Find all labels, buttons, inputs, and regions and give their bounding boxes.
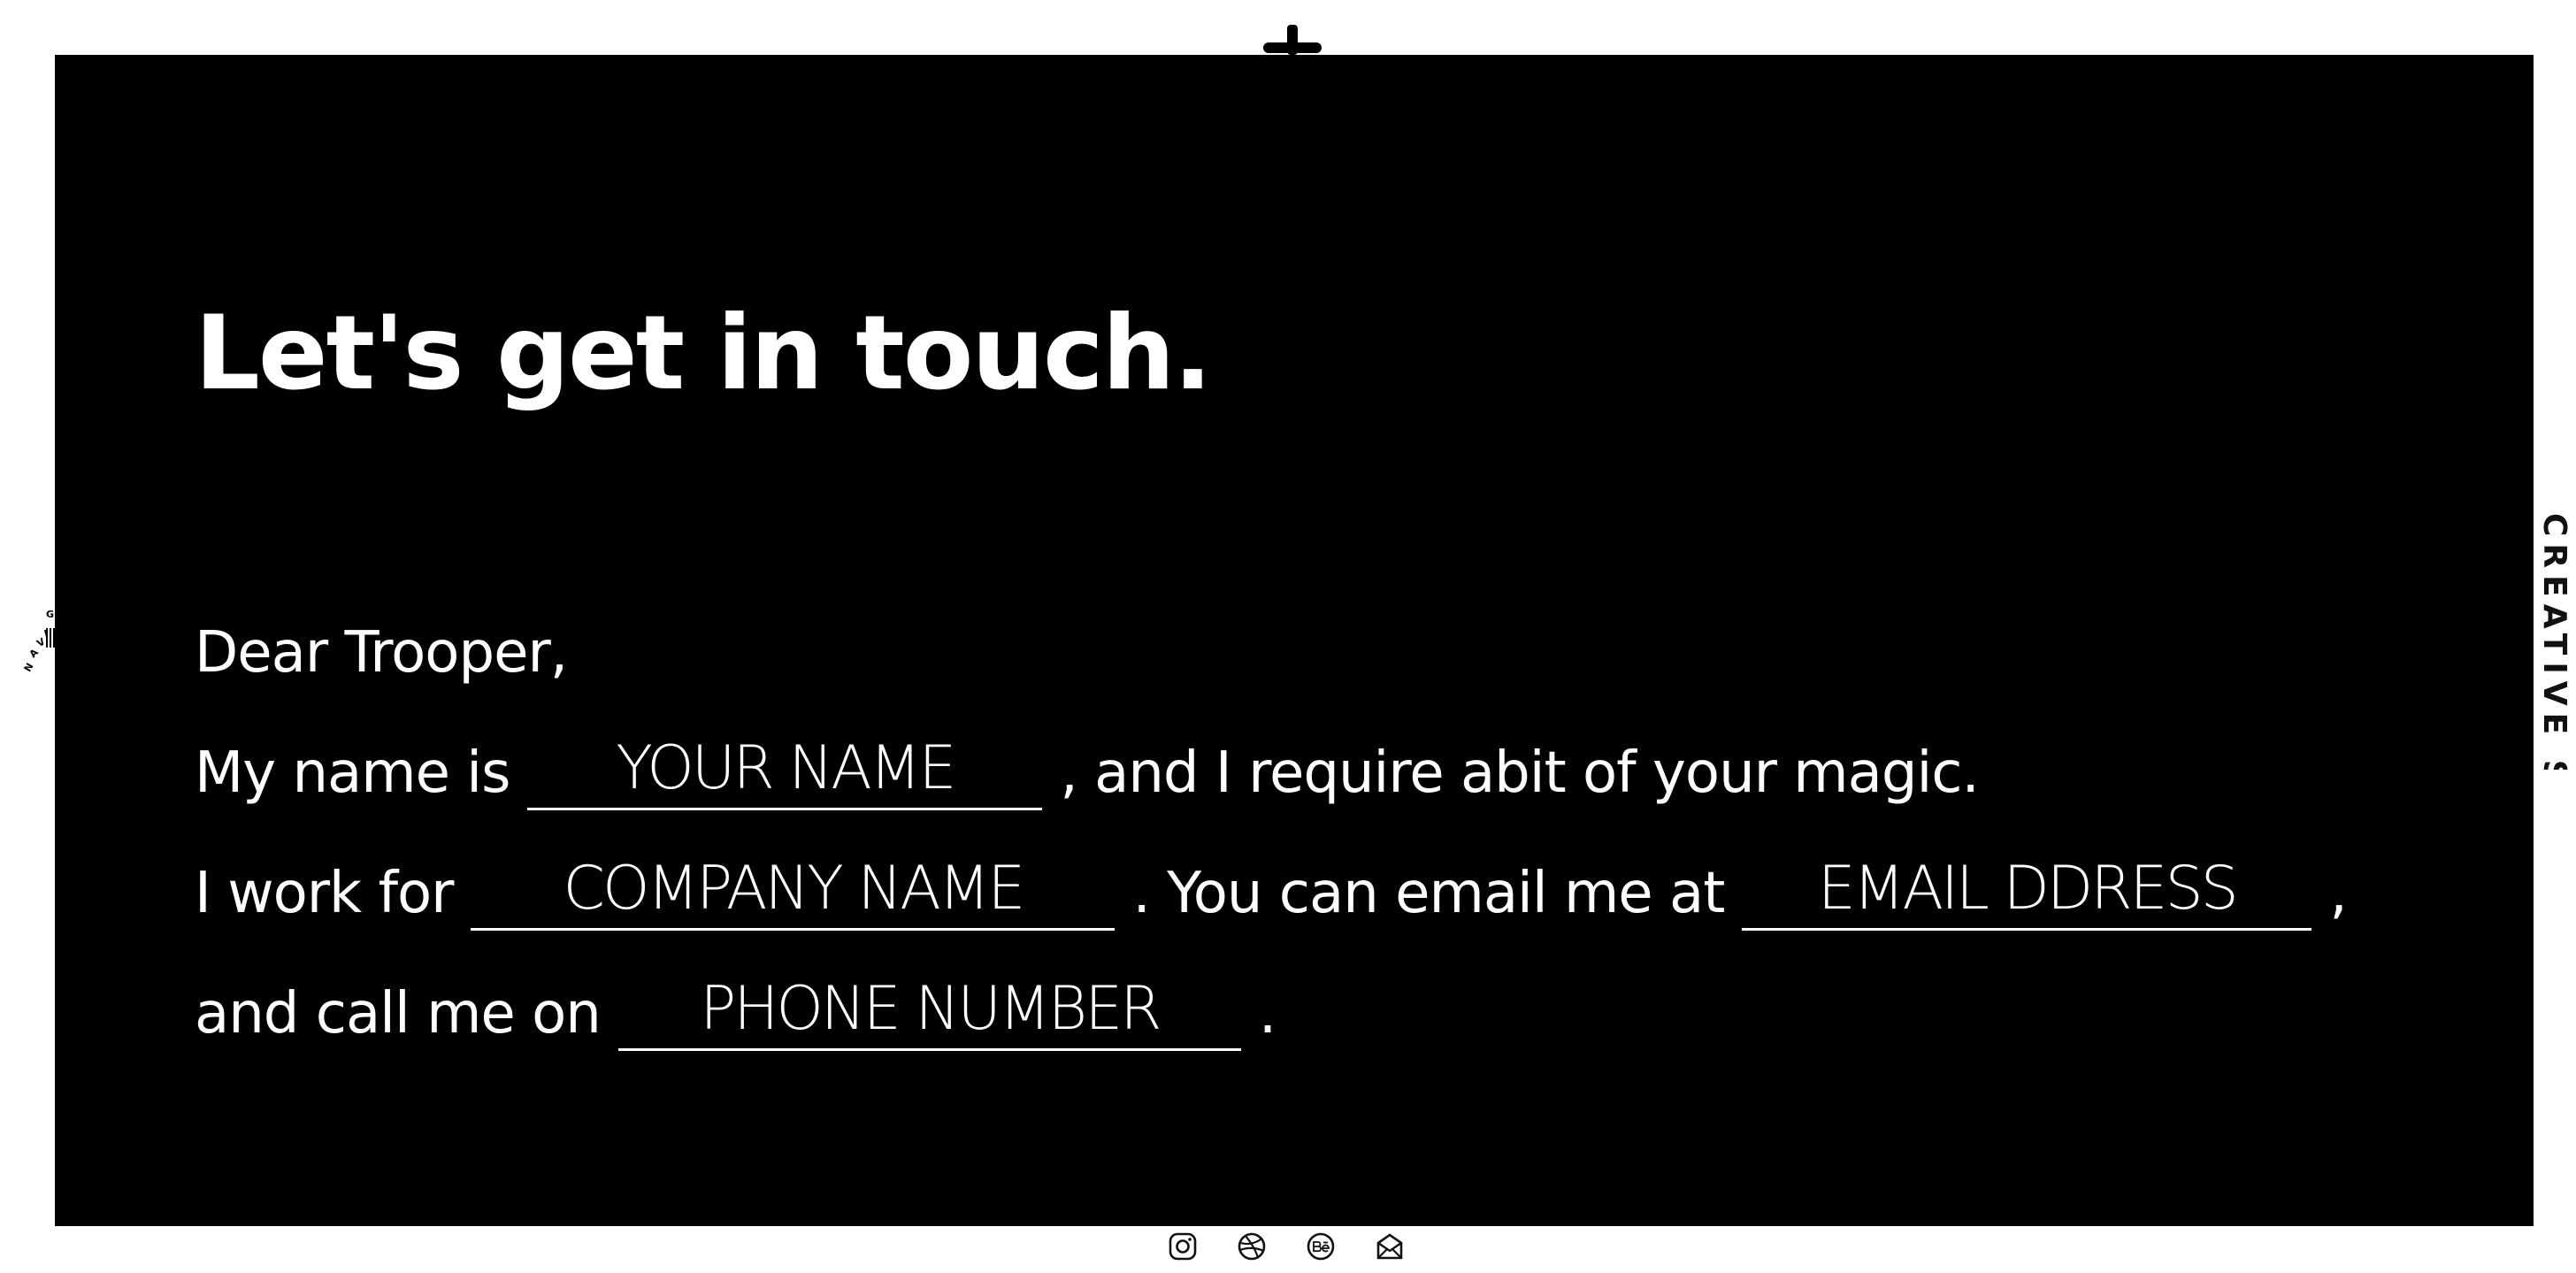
name-prefix-text: My name is xyxy=(195,740,510,806)
social-links xyxy=(1168,1231,1405,1261)
company-input[interactable] xyxy=(471,855,1116,931)
phone-suffix-text: . xyxy=(1258,981,1276,1047)
contact-panel: Let's get in touch. Dear Trooper, My nam… xyxy=(55,55,2534,1226)
navigate-letter: A xyxy=(27,646,41,661)
behance-icon[interactable] xyxy=(1306,1231,1336,1261)
page-title: Let's get in touch. xyxy=(195,294,1212,413)
mail-icon[interactable] xyxy=(1375,1231,1405,1261)
plus-vertical-bar xyxy=(1287,25,1298,55)
contact-letter-form: Dear Trooper, My name is , and I require… xyxy=(195,603,2348,1058)
navigate-letter: N xyxy=(21,661,36,674)
name-input[interactable] xyxy=(527,734,1043,810)
email-suffix-text: , xyxy=(2329,861,2347,926)
phone-line: and call me on . xyxy=(195,938,2347,1058)
email-prefix-text: . You can email me at xyxy=(1132,861,1725,926)
phone-input[interactable] xyxy=(617,975,1241,1051)
side-brand-text: CREATIVE STUDIO xyxy=(2537,513,2572,770)
email-input[interactable] xyxy=(1742,855,2312,931)
greeting-text: Dear Trooper, xyxy=(195,620,568,686)
company-email-line: I work for . You can email me at , xyxy=(195,817,2348,938)
company-prefix-text: I work for xyxy=(195,861,454,926)
dribbble-icon[interactable] xyxy=(1237,1231,1267,1261)
greeting-line: Dear Trooper, xyxy=(195,603,2347,697)
navigate-menu-toggle[interactable]: N A V I G xyxy=(19,591,57,688)
side-brand-label: CREATIVE STUDIO xyxy=(2537,513,2576,770)
navigate-letter: G xyxy=(46,609,55,620)
name-line: My name is , and I require abit of your … xyxy=(195,697,2347,817)
phone-prefix-text: and call me on xyxy=(195,981,602,1047)
instagram-icon[interactable] xyxy=(1168,1231,1198,1261)
name-suffix-text: , and I require abit of your magic. xyxy=(1060,740,1979,806)
page: N A V I G CREATIVE STUDIO Let's get in t… xyxy=(0,0,2576,1273)
